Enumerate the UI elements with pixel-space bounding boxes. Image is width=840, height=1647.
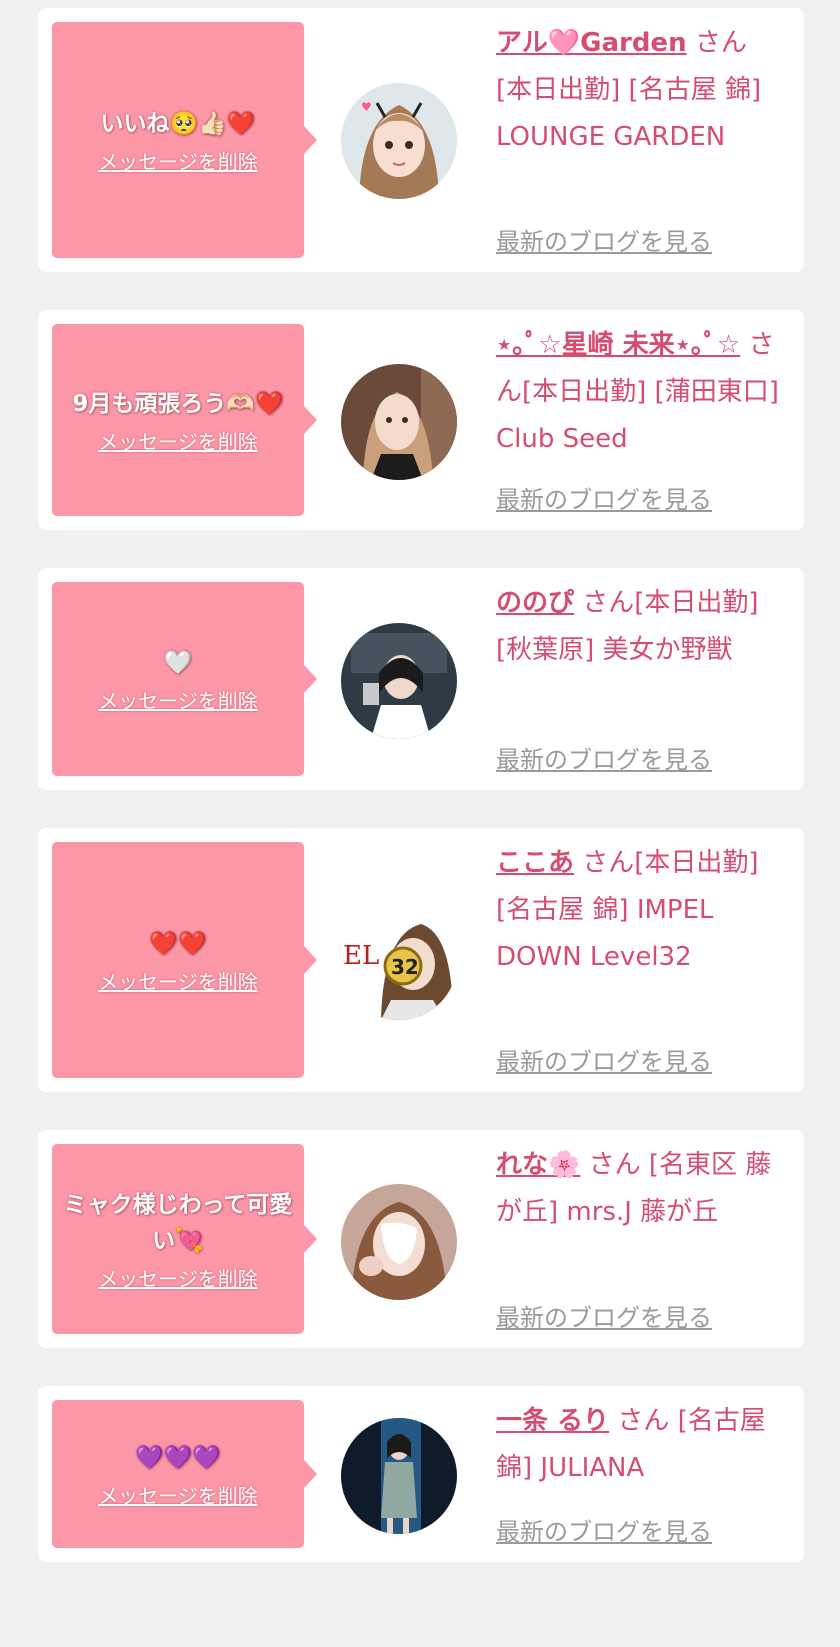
message-card: ミャク様じわって可愛い💘 メッセージを削除 れな🌸 さん [名東区 藤が丘] m… <box>38 1130 804 1348</box>
message-bubble: ❤️❤️ メッセージを削除 <box>52 842 317 1078</box>
avatar[interactable] <box>341 623 457 739</box>
delete-message-link[interactable]: メッセージを削除 <box>98 426 258 455</box>
message-text: 9月も頑張ろう🫶🏻❤️ <box>72 390 284 417</box>
cast-info: れな🌸 さん [名東区 藤が丘] mrs.J 藤が丘 <box>496 1142 786 1236</box>
avatar[interactable] <box>341 1184 457 1300</box>
cast-name-link[interactable]: ののぴ <box>496 588 574 618</box>
latest-blog-link[interactable]: 最新のブログを見る <box>496 222 712 257</box>
message-text: いいね🥺👍🏻❤️ <box>100 110 256 137</box>
latest-blog-link[interactable]: 最新のブログを見る <box>496 480 712 515</box>
cast-name-link[interactable]: 一条 るり <box>496 1406 609 1436</box>
cast-info: 一条 るり さん [名古屋 錦] JULIANA <box>496 1398 786 1492</box>
avatar[interactable]: ♥ <box>341 83 457 199</box>
message-bubble: 9月も頑張ろう🫶🏻❤️ メッセージを削除 <box>52 324 317 516</box>
message-card: ❤️❤️ メッセージを削除 EL 32 ここあ さん[本日出勤] [名古屋 錦]… <box>38 828 804 1092</box>
cast-name-link[interactable]: ここあ <box>496 848 574 878</box>
svg-text:♥: ♥ <box>361 100 372 114</box>
svg-text:32: 32 <box>391 955 419 979</box>
cast-info: ここあ さん[本日出勤] [名古屋 錦] IMPEL DOWN Level32 <box>496 840 786 981</box>
message-bubble: いいね🥺👍🏻❤️ メッセージを削除 <box>52 22 317 258</box>
avatar[interactable] <box>341 364 457 480</box>
cast-info: ののぴ さん[本日出勤] [秋葉原] 美女か野獣 <box>496 580 786 674</box>
cast-name-link[interactable]: アル🩷Garden <box>496 28 687 58</box>
cast-info: アル🩷Garden さん [本日出勤] [名古屋 錦] LOUNGE GARDE… <box>496 20 786 161</box>
latest-blog-link[interactable]: 最新のブログを見る <box>496 1298 712 1333</box>
message-bubble: 💜💜💜 メッセージを削除 <box>52 1400 317 1548</box>
message-bubble: ミャク様じわって可愛い💘 メッセージを削除 <box>52 1144 317 1334</box>
message-text: ミャク様じわって可愛い💘 <box>63 1191 293 1254</box>
message-text: 🤍 <box>163 649 193 676</box>
message-card: いいね🥺👍🏻❤️ メッセージを削除 ♥ アル🩷Garden さん [本日出勤] … <box>38 8 804 272</box>
message-text: ❤️❤️ <box>149 930 207 957</box>
delete-message-link[interactable]: メッセージを削除 <box>98 966 258 995</box>
message-card: 9月も頑張ろう🫶🏻❤️ メッセージを削除 ⋆｡ﾟ☆星崎 未来⋆｡ﾟ☆ さん[本日… <box>38 310 804 530</box>
cast-name-link[interactable]: れな🌸 <box>496 1150 580 1180</box>
delete-message-link[interactable]: メッセージを削除 <box>98 685 258 714</box>
latest-blog-link[interactable]: 最新のブログを見る <box>496 740 712 775</box>
avatar[interactable]: EL 32 <box>341 904 457 1020</box>
message-list: いいね🥺👍🏻❤️ メッセージを削除 ♥ アル🩷Garden さん [本日出勤] … <box>0 0 840 1562</box>
avatar[interactable] <box>341 1418 457 1534</box>
cast-name-link[interactable]: ⋆｡ﾟ☆星崎 未来⋆｡ﾟ☆ <box>496 330 740 360</box>
message-text: 💜💜💜 <box>135 1444 221 1471</box>
delete-message-link[interactable]: メッセージを削除 <box>98 1263 258 1292</box>
svg-text:EL: EL <box>343 941 379 971</box>
message-card: 💜💜💜 メッセージを削除 一条 るり さん [名古屋 錦] JULIANA 最新… <box>38 1386 804 1562</box>
delete-message-link[interactable]: メッセージを削除 <box>98 146 258 175</box>
latest-blog-link[interactable]: 最新のブログを見る <box>496 1512 712 1547</box>
delete-message-link[interactable]: メッセージを削除 <box>98 1480 258 1509</box>
cast-info: ⋆｡ﾟ☆星崎 未来⋆｡ﾟ☆ さん[本日出勤] [蒲田東口] Club Seed <box>496 322 786 463</box>
message-card: 🤍 メッセージを削除 ののぴ さん[本日出勤] [秋葉原] 美女か野獣 最新のブ… <box>38 568 804 790</box>
latest-blog-link[interactable]: 最新のブログを見る <box>496 1042 712 1077</box>
message-bubble: 🤍 メッセージを削除 <box>52 582 317 776</box>
